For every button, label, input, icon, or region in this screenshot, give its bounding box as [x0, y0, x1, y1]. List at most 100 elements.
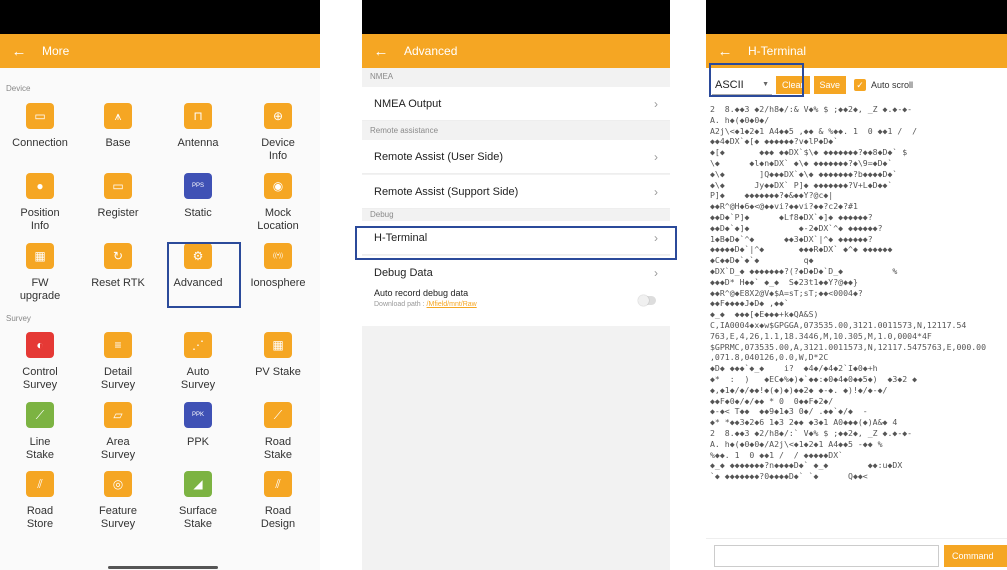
- section-label-debug: Debug: [370, 210, 394, 219]
- grid-item-road-stake[interactable]: ⟋ Road Stake: [238, 402, 318, 462]
- grid-item-label: Position Info: [20, 207, 60, 232]
- grid-item-road-store[interactable]: ⫽ Road Store: [0, 471, 80, 531]
- road-stake-icon: ⟋: [264, 402, 292, 428]
- nmea-output-row[interactable]: NMEA Output ›: [362, 87, 670, 121]
- auto-scroll-checkbox[interactable]: ✓: [854, 79, 867, 91]
- chevron-right-icon: ›: [654, 265, 658, 280]
- command-button[interactable]: Command: [944, 545, 1007, 567]
- grid-item-pv-stake[interactable]: ▦ PV Stake: [238, 332, 318, 379]
- section-label-device: Device: [6, 84, 31, 93]
- chevron-right-icon: ›: [654, 96, 658, 111]
- grid-item-static[interactable]: PPS Static: [158, 173, 238, 220]
- chevron-right-icon: ›: [654, 184, 658, 199]
- ppk-icon: PPK: [184, 402, 212, 428]
- grid-item-label: Road Design: [260, 505, 296, 530]
- mock-location-icon: ◉: [264, 173, 292, 199]
- status-bar: [706, 0, 1007, 34]
- grid-item-ppk[interactable]: PPK PPK: [158, 402, 238, 449]
- grid-item-label: Area Survey: [100, 436, 136, 461]
- mode-select-highlight: [709, 63, 804, 97]
- chevron-right-icon: ›: [654, 149, 658, 164]
- grid-item-base[interactable]: ⩚ Base: [78, 103, 158, 150]
- road-store-icon: ⫽: [26, 471, 54, 497]
- grid-item-ionosphere[interactable]: ((•)) Ionosphere: [238, 243, 318, 290]
- command-input[interactable]: [714, 545, 939, 567]
- grid-item-control-survey[interactable]: ◐ Control Survey: [0, 332, 80, 392]
- download-path-label: Download path :: [374, 301, 427, 308]
- line-stake-icon: ⟋: [26, 402, 54, 428]
- grid-item-antenna[interactable]: ⊓ Antenna: [158, 103, 238, 150]
- grid-item-mock-location[interactable]: ◉ Mock Location: [238, 173, 318, 233]
- grid-item-label: Feature Survey: [99, 505, 137, 530]
- grid-item-label: Auto Survey: [180, 366, 216, 391]
- grid-item-reset-rtk[interactable]: ↻ Reset RTK: [78, 243, 158, 290]
- grid-item-label: Surface Stake: [179, 505, 217, 530]
- grid-item-device-info[interactable]: ⊕ Device Info: [238, 103, 318, 163]
- grid-item-label: Detail Survey: [100, 366, 136, 391]
- nmea-output-label: NMEA Output: [374, 97, 442, 110]
- auto-survey-icon: ⋰: [184, 332, 212, 358]
- grid-item-connection[interactable]: ▭ Connection: [0, 103, 80, 150]
- grid-item-label: Connection: [12, 137, 68, 149]
- base-tripod-icon: ⩚: [104, 103, 132, 129]
- pv-stake-icon: ▦: [264, 332, 292, 358]
- register-icon: ▭: [104, 173, 132, 199]
- status-bar: [0, 0, 320, 34]
- remote-assist-user-row[interactable]: Remote Assist (User Side) ›: [362, 140, 670, 174]
- grid-item-label: Static: [184, 207, 212, 219]
- section-label-remote: Remote assistance: [370, 126, 439, 135]
- grid-item-label: Device Info: [261, 137, 295, 162]
- command-bar: Command: [706, 538, 1007, 570]
- section-label-nmea: NMEA: [370, 72, 394, 81]
- selection-highlight: [167, 242, 241, 308]
- static-pps-icon: PPS: [184, 173, 212, 199]
- back-arrow-icon[interactable]: ←: [716, 42, 734, 60]
- h-terminal-highlight: [355, 226, 677, 260]
- grid-item-register[interactable]: ▭ Register: [78, 173, 158, 220]
- surface-stake-icon: ◢: [184, 471, 212, 497]
- road-design-icon: ⫽: [264, 471, 292, 497]
- back-arrow-icon[interactable]: ←: [372, 42, 390, 60]
- grid-item-label: PV Stake: [255, 366, 301, 378]
- grid-item-area-survey[interactable]: ▱ Area Survey: [78, 402, 158, 462]
- grid-item-label: Base: [105, 137, 131, 149]
- grid-item-auto-survey[interactable]: ⋰ Auto Survey: [158, 332, 238, 392]
- grid-item-label: Ionosphere: [250, 277, 306, 289]
- grid-item-label: Mock Location: [257, 207, 299, 232]
- grid-item-label: Road Stake: [263, 436, 293, 461]
- antenna-icon: ⊓: [184, 103, 212, 129]
- auto-record-toggle[interactable]: [638, 295, 656, 306]
- auto-record-label: Auto record debug data: [374, 288, 469, 298]
- page-title: Advanced: [404, 44, 458, 58]
- grid-item-surface-stake[interactable]: ◢ Surface Stake: [158, 471, 238, 531]
- download-path-link[interactable]: /Mfield/mnt/Raw: [427, 301, 477, 308]
- control-survey-icon: ◐: [26, 332, 54, 358]
- grid-item-label: Antenna: [177, 137, 219, 149]
- page-title: More: [42, 44, 70, 58]
- back-arrow-icon[interactable]: ←: [10, 42, 28, 60]
- save-button[interactable]: Save: [813, 76, 847, 94]
- grid-item-road-design[interactable]: ⫽ Road Design: [238, 471, 318, 531]
- auto-scroll-label: Auto scroll: [871, 80, 914, 90]
- terminal-output[interactable]: 2 8.◆◆3 ◆2/h8◆/:& V◆% $ ;◆◆2◆, _Z ◆.◆-◆-…: [710, 104, 1007, 540]
- auto-record-row: Auto record debug data Download path : /…: [362, 280, 670, 326]
- remote-assist-support-label: Remote Assist (Support Side): [374, 185, 519, 198]
- area-survey-icon: ▱: [104, 402, 132, 428]
- grid-item-detail-survey[interactable]: ≡ Detail Survey: [78, 332, 158, 392]
- grid-item-label: FW upgrade: [19, 277, 61, 302]
- grid-item-line-stake[interactable]: ⟋ Line Stake: [0, 402, 80, 462]
- grid-item-label: Road Store: [26, 505, 54, 530]
- reset-icon: ↻: [104, 243, 132, 269]
- grid-item-position-info[interactable]: ● Position Info: [0, 173, 80, 233]
- debug-data-label: Debug Data: [374, 266, 433, 279]
- feature-survey-icon: ◎: [104, 471, 132, 497]
- grid-item-label: Control Survey: [22, 366, 58, 391]
- remote-assist-support-row[interactable]: Remote Assist (Support Side) ›: [362, 175, 670, 209]
- home-indicator: [108, 566, 218, 569]
- grid-item-feature-survey[interactable]: ◎ Feature Survey: [78, 471, 158, 531]
- app-bar: ← Advanced: [362, 34, 670, 68]
- grid-item-fw-upgrade[interactable]: ▦ FW upgrade: [0, 243, 80, 303]
- download-path-text: Download path : /Mfield/mnt/Raw: [374, 301, 658, 308]
- chip-icon: ▦: [26, 243, 54, 269]
- grid-item-label: Reset RTK: [91, 277, 145, 289]
